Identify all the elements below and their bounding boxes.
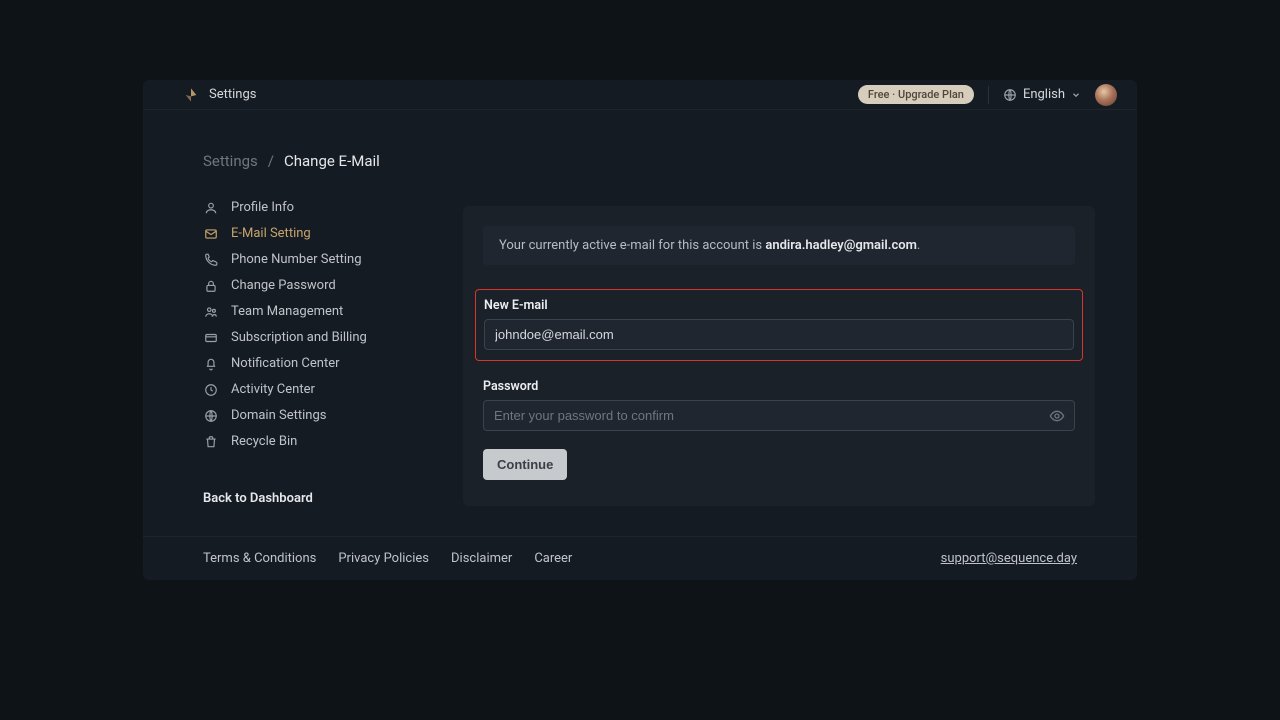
- sidebar-item-label: Subscription and Billing: [231, 330, 367, 345]
- activity-icon: [203, 383, 219, 397]
- sidebar-item-label: Phone Number Setting: [231, 252, 362, 267]
- support-email-link[interactable]: support@sequence.day: [941, 551, 1077, 566]
- sidebar-item-label: Activity Center: [231, 382, 315, 397]
- password-field-group: Password: [483, 379, 1075, 431]
- language-switcher[interactable]: English: [1003, 87, 1081, 102]
- chevron-down-icon: [1071, 90, 1081, 100]
- language-label: English: [1023, 87, 1065, 102]
- current-email-banner: Your currently active e-mail for this ac…: [483, 226, 1075, 265]
- sidebar-item-label: E-Mail Setting: [231, 226, 311, 241]
- new-email-field-group: New E-mail: [475, 289, 1083, 361]
- team-icon: [203, 305, 219, 319]
- password-label: Password: [483, 379, 1075, 394]
- breadcrumb-sep: /: [268, 152, 274, 170]
- footer-link-career[interactable]: Career: [534, 551, 572, 566]
- lock-icon: [203, 279, 219, 293]
- user-icon: [203, 201, 219, 215]
- separator: [988, 86, 989, 104]
- back-to-dashboard[interactable]: Back to Dashboard: [203, 491, 423, 506]
- sidebar-item-change-password[interactable]: Change Password: [203, 278, 423, 293]
- globe-icon: [203, 409, 219, 423]
- new-email-input[interactable]: [484, 319, 1074, 350]
- sidebar-item-label: Notification Center: [231, 356, 340, 371]
- show-password-icon[interactable]: [1049, 408, 1065, 424]
- breadcrumb-root[interactable]: Settings: [203, 152, 258, 170]
- sidebar-item-label: Recycle Bin: [231, 434, 297, 449]
- sidebar-item-domain-settings[interactable]: Domain Settings: [203, 408, 423, 423]
- bell-icon: [203, 357, 219, 371]
- sidebar-item-label: Profile Info: [231, 200, 294, 215]
- avatar[interactable]: [1095, 84, 1117, 106]
- trash-icon: [203, 435, 219, 449]
- new-email-label: New E-mail: [484, 298, 1074, 313]
- footer-link-privacy-policies[interactable]: Privacy Policies: [338, 551, 429, 566]
- current-email-suffix: .: [917, 238, 920, 253]
- sidebar-item-team-management[interactable]: Team Management: [203, 304, 423, 319]
- sidebar-item-label: Change Password: [231, 278, 336, 293]
- sidebar-item-profile-info[interactable]: Profile Info: [203, 200, 423, 215]
- phone-icon: [203, 253, 219, 267]
- card-icon: [203, 331, 219, 345]
- sidebar-item-subscription-and-billing[interactable]: Subscription and Billing: [203, 330, 423, 345]
- breadcrumb-leaf: Change E-Mail: [284, 152, 380, 170]
- app-logo-icon: [183, 87, 199, 103]
- current-email-prefix: Your currently active e-mail for this ac…: [499, 238, 765, 253]
- footer-link-disclaimer[interactable]: Disclaimer: [451, 551, 512, 566]
- sidebar-item-recycle-bin[interactable]: Recycle Bin: [203, 434, 423, 449]
- sidebar-item-e-mail-setting[interactable]: E-Mail Setting: [203, 226, 423, 241]
- password-input[interactable]: [483, 400, 1075, 431]
- upgrade-plan-pill[interactable]: Free · Upgrade Plan: [858, 85, 974, 104]
- page-title: Settings: [209, 87, 256, 102]
- continue-button[interactable]: Continue: [483, 449, 567, 480]
- sidebar-item-label: Domain Settings: [231, 408, 326, 423]
- breadcrumb: Settings / Change E-Mail: [143, 152, 1137, 170]
- sidebar-item-label: Team Management: [231, 304, 343, 319]
- globe-icon: [1003, 88, 1017, 102]
- sidebar-item-notification-center[interactable]: Notification Center: [203, 356, 423, 371]
- sidebar-item-activity-center[interactable]: Activity Center: [203, 382, 423, 397]
- current-email-value: andira.hadley@gmail.com: [765, 238, 917, 253]
- mail-icon: [203, 227, 219, 241]
- sidebar-item-phone-number-setting[interactable]: Phone Number Setting: [203, 252, 423, 267]
- footer-link-terms-conditions[interactable]: Terms & Conditions: [203, 551, 316, 566]
